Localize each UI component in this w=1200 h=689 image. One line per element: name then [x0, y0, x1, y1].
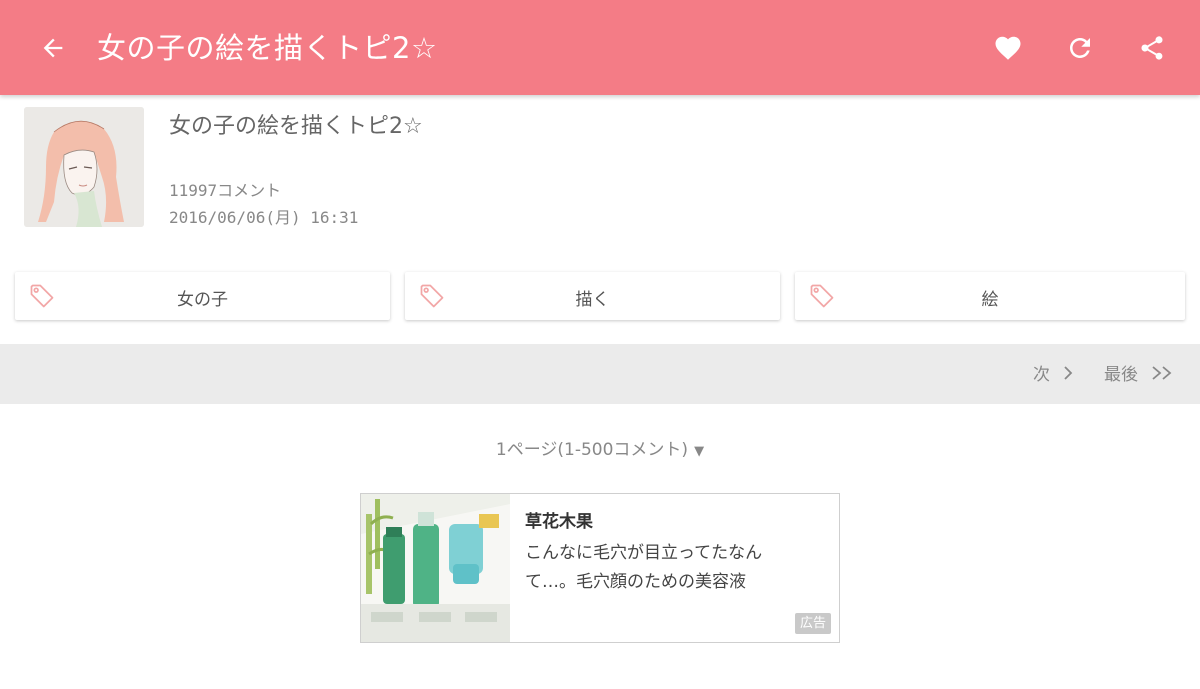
next-page-link[interactable]: 次	[1033, 360, 1074, 385]
next-label: 次	[1033, 365, 1050, 385]
pagination-bar: 次 最後	[0, 344, 1200, 404]
ad-card[interactable]: 草花木果 こんなに毛穴が目立ってたなんて…。毛穴顔のための美容液 広告	[360, 493, 840, 643]
girl-illustration-image	[24, 107, 144, 227]
back-arrow-icon	[43, 38, 63, 58]
topic-thumbnail	[24, 107, 144, 227]
heart-icon	[995, 36, 1021, 60]
double-chevron-right-icon	[1152, 365, 1172, 380]
last-label: 最後	[1104, 365, 1138, 385]
app-bar-title: 女の子の絵を描くトピ2☆	[97, 31, 438, 65]
chevron-right-icon	[1064, 365, 1073, 380]
refresh-button[interactable]	[1061, 29, 1099, 67]
ad-brand: 草花木果	[525, 512, 593, 532]
tag-chip-2[interactable]: 描く	[405, 272, 780, 320]
tag-chip-3[interactable]: 絵	[795, 272, 1185, 320]
tag-chip-1[interactable]: 女の子	[15, 272, 390, 320]
tag-label: 女の子	[177, 290, 228, 310]
topic-title: 女の子の絵を描くトピ2☆	[169, 114, 423, 139]
page-selector-label: 1ページ(1-500コメント)	[495, 440, 689, 460]
app-bar: 女の子の絵を描くトピ2☆	[0, 0, 1200, 95]
ad-copy: こんなに毛穴が目立ってたなんて…。毛穴顔のための美容液	[525, 543, 763, 592]
dropdown-caret-icon: ▼	[694, 444, 705, 459]
last-page-link[interactable]: 最後	[1104, 360, 1176, 385]
ad-badge: 広告	[795, 613, 831, 634]
share-icon	[1141, 36, 1163, 60]
tag-label: 絵	[981, 290, 999, 310]
tag-label: 描く	[575, 290, 610, 310]
refresh-icon	[1070, 38, 1090, 58]
share-button[interactable]	[1133, 29, 1171, 67]
comment-count: 11997コメント	[169, 181, 282, 200]
back-button[interactable]	[34, 29, 72, 67]
page-selector[interactable]: 1ページ(1-500コメント) ▼	[0, 435, 1200, 460]
post-date: 2016/06/06(月) 16:31	[169, 208, 359, 227]
ad-product-image	[361, 494, 510, 642]
favorite-button[interactable]	[989, 29, 1027, 67]
